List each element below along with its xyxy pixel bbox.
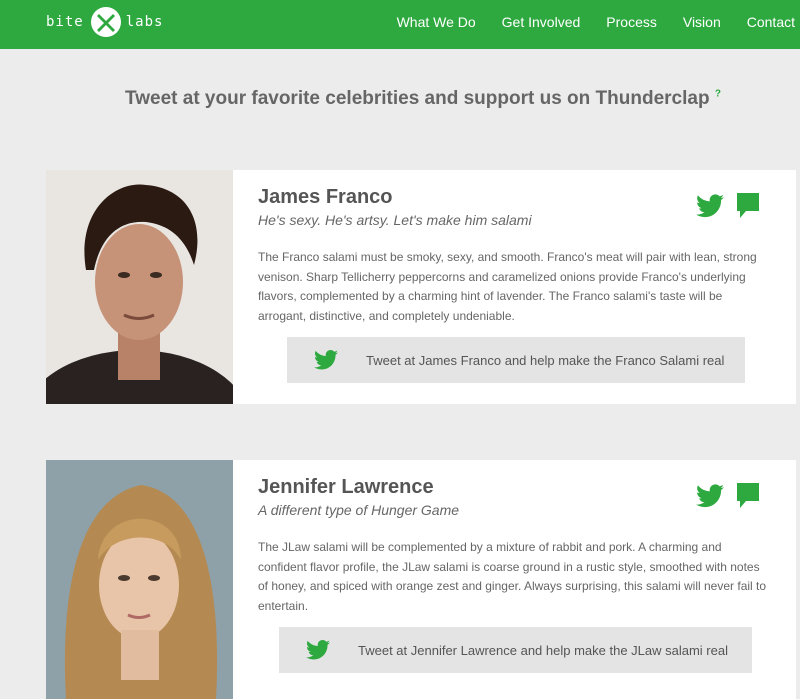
tweet-button-label: Tweet at Jennifer Lawrence and help make…: [358, 642, 728, 658]
twitter-bird-icon: [306, 640, 330, 660]
tweet-button-franco[interactable]: Tweet at James Franco and help make the …: [287, 337, 745, 383]
celebrity-card-lawrence: Jennifer Lawrence A different type of Hu…: [46, 460, 796, 699]
nav-vision[interactable]: Vision: [683, 14, 721, 30]
logo-word-labs: labs: [125, 14, 164, 30]
nav-what-we-do[interactable]: What We Do: [397, 14, 476, 30]
celebrity-photo-lawrence: [46, 460, 233, 699]
twitter-bird-icon[interactable]: [696, 194, 724, 218]
celebrity-photo-franco: [46, 170, 233, 404]
card-actions: [696, 482, 760, 510]
nav-process[interactable]: Process: [606, 14, 657, 30]
card-actions: [696, 192, 760, 220]
celebrity-description: The Franco salami must be smoky, sexy, a…: [258, 250, 757, 323]
celebrity-card-franco: James Franco He's sexy. He's artsy. Let'…: [46, 170, 796, 404]
tweet-button-lawrence[interactable]: Tweet at Jennifer Lawrence and help make…: [279, 627, 752, 673]
main-nav: What We Do Get Involved Process Vision C…: [371, 0, 800, 43]
celebrity-description: The JLaw salami will be complemented by …: [258, 540, 767, 613]
comment-bubble-icon[interactable]: [736, 192, 760, 220]
help-link[interactable]: ?: [715, 89, 721, 100]
nav-get-involved[interactable]: Get Involved: [502, 14, 581, 30]
headline-text: Tweet at your favorite celebrities and s…: [125, 88, 710, 109]
twitter-bird-icon: [314, 350, 338, 370]
logo-word-bite: bite: [46, 14, 84, 30]
nav-contact[interactable]: Contact: [747, 14, 795, 30]
site-logo[interactable]: bite labs: [46, 5, 163, 39]
top-nav-bar: bite labs What We Do Get Involved Proces…: [0, 0, 800, 49]
logo-x-icon: [90, 7, 121, 37]
tweet-button-label: Tweet at James Franco and help make the …: [366, 352, 725, 368]
comment-bubble-icon[interactable]: [736, 482, 760, 510]
page-headline: Tweet at your favorite celebrities and s…: [0, 88, 800, 110]
twitter-bird-icon[interactable]: [696, 484, 724, 508]
